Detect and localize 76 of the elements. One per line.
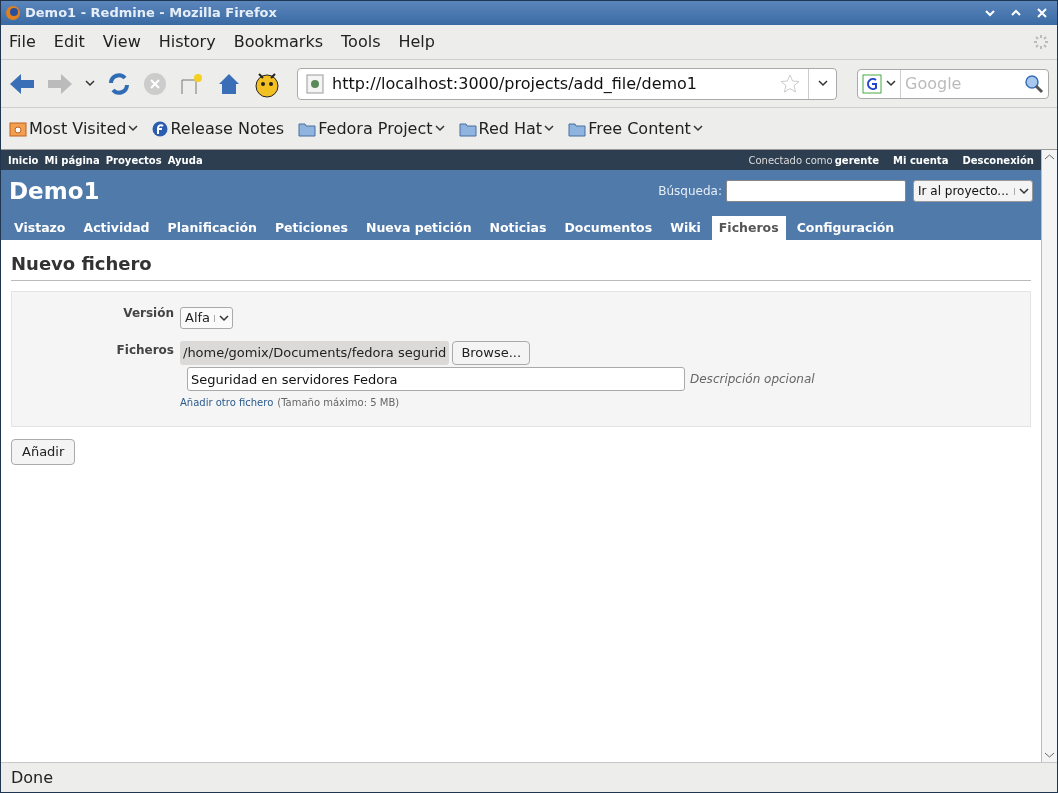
top-menu-link[interactable]: Desconexión	[962, 152, 1034, 168]
scrollbar[interactable]	[1041, 150, 1057, 762]
search-label: Búsqueda:	[658, 183, 722, 200]
home-icon[interactable]	[217, 71, 241, 96]
bookmark-item[interactable]: Most Visited	[9, 116, 139, 141]
user-link[interactable]: gerente	[834, 152, 880, 168]
url-text: http://localhost:3000/projects/add_file/demo1	[332, 72, 699, 95]
menu-item[interactable]: View	[102, 30, 141, 54]
bookmark-item[interactable]: Fedora Project	[298, 116, 445, 141]
project-tab[interactable]: Configuración	[789, 216, 902, 240]
bookmark-item[interactable]: Free Content	[568, 116, 703, 141]
status-text: Done	[11, 766, 54, 789]
caret-icon	[85, 80, 95, 87]
caret-icon	[886, 80, 896, 87]
quick-search-field[interactable]	[726, 180, 906, 202]
menu-item[interactable]: File	[9, 30, 36, 54]
caret-icon	[692, 125, 703, 132]
top-menu-link[interactable]: Ayuda	[167, 152, 203, 168]
project-tab[interactable]: Documentos	[557, 216, 660, 240]
reload-icon[interactable]	[107, 71, 131, 96]
folder-icon	[458, 120, 477, 137]
submit-button[interactable]: Añadir	[11, 439, 76, 465]
google-logo-icon	[862, 73, 882, 94]
address-bar[interactable]: http://localhost:3000/projects/add_file/demo1	[297, 67, 837, 100]
firefox-logo-icon	[5, 5, 21, 21]
page-icon	[306, 73, 324, 94]
project-tab[interactable]: Wiki	[663, 216, 708, 240]
back-arrow-icon[interactable]	[9, 72, 35, 95]
project-title: Demo1	[9, 176, 100, 206]
project-tab[interactable]: Planificación	[160, 216, 264, 240]
caret-icon	[434, 125, 445, 132]
top-menu-link[interactable]: Mi página	[44, 152, 100, 168]
caret-icon	[218, 314, 229, 322]
caret-icon	[1018, 187, 1029, 195]
bookmark-item[interactable]: Red Hat	[458, 116, 555, 141]
folder-icon	[568, 120, 587, 137]
project-tab[interactable]: Peticiones	[267, 216, 355, 240]
menu-item[interactable]: Bookmarks	[233, 30, 324, 54]
project-tab[interactable]: Actividad	[76, 216, 157, 240]
page-heading: Nuevo fichero	[11, 250, 1031, 281]
project-tab[interactable]: Vistazo	[7, 216, 73, 240]
browse-button[interactable]: Browse...	[452, 341, 531, 365]
top-menu-link[interactable]: Mi cuenta	[893, 152, 949, 168]
description-hint: Descripción opcional	[690, 371, 815, 388]
menu-item[interactable]: Edit	[53, 30, 85, 54]
menu-item[interactable]: Tools	[341, 30, 381, 54]
search-icon[interactable]	[1024, 73, 1044, 94]
project-tab[interactable]: Noticias	[482, 216, 554, 240]
project-jump-select[interactable]: Ir al proyecto...	[913, 180, 1033, 202]
caret-icon	[128, 125, 139, 132]
add-file-link[interactable]: Añadir otro fichero	[180, 395, 274, 410]
menu-item[interactable]: Help	[398, 30, 435, 54]
version-select[interactable]: Alfa	[180, 307, 234, 329]
bookmark-item[interactable]: Release Notes	[152, 116, 285, 141]
field-label: Versión	[122, 305, 175, 322]
project-tab[interactable]: Ficheros	[711, 216, 786, 240]
fedora-logo-icon	[152, 119, 169, 138]
caret-icon	[544, 125, 555, 132]
throbber-icon	[1033, 34, 1049, 50]
search-field[interactable]: Google	[901, 71, 1024, 96]
menu-item[interactable]: History	[158, 30, 216, 54]
logged-in-label: Conectado como	[748, 153, 833, 168]
top-menu-link[interactable]: Proyectos	[105, 152, 162, 168]
search-bar[interactable]: Google	[857, 68, 1049, 99]
field-label: Ficheros	[115, 342, 175, 359]
project-tab[interactable]: Nueva petición	[358, 216, 479, 240]
description-field[interactable]: Seguridad en servidores Fedora	[187, 367, 685, 391]
window-title: Demo1 - Redmine - Mozilla Firefox	[25, 4, 277, 23]
top-menu-link[interactable]: Inicio	[8, 152, 39, 168]
star-icon[interactable]	[780, 73, 800, 94]
file-path-field[interactable]: /home/gomix/Documents/fedora segurid	[180, 341, 450, 365]
folder-search-icon	[9, 119, 27, 138]
close-icon[interactable]	[1035, 6, 1049, 20]
max-size-note: (Tamaño máximo: 5 MB)	[277, 396, 400, 410]
caret-icon	[817, 80, 828, 87]
folder-icon	[298, 120, 317, 137]
